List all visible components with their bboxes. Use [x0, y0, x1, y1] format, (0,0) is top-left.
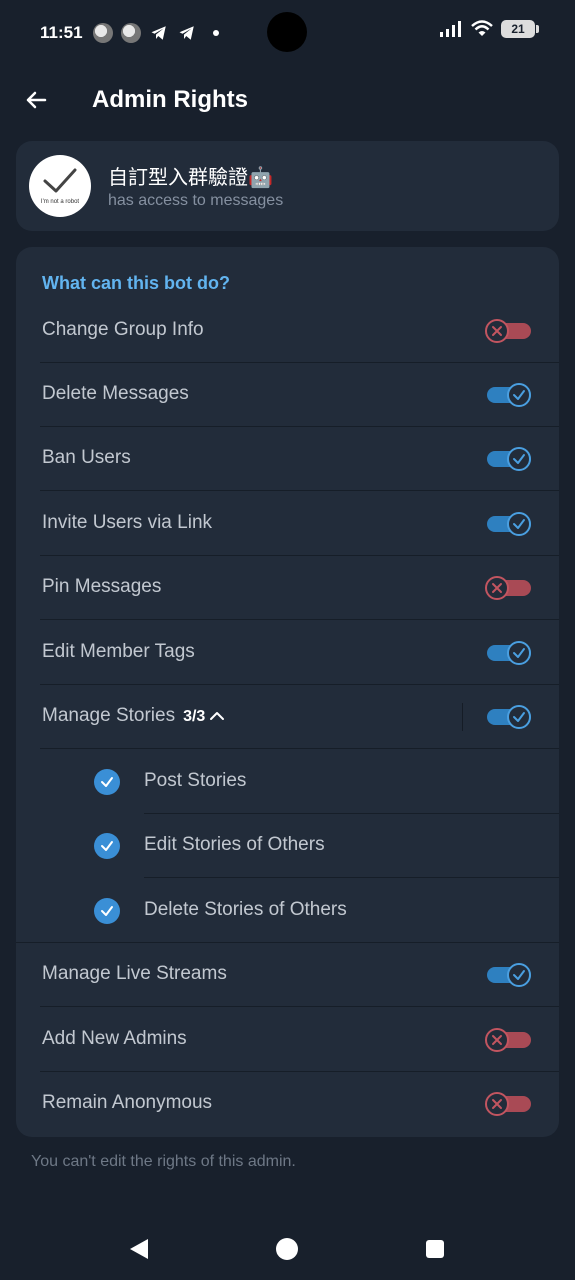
- subright-row-edit-stories[interactable]: Edit Stories of Others: [16, 814, 559, 878]
- subright-label: Edit Stories of Others: [144, 834, 325, 855]
- x-icon: [492, 326, 502, 336]
- subrights-count: 3/3: [183, 708, 206, 725]
- right-label: Edit Member Tags: [42, 641, 195, 662]
- divider: [462, 703, 463, 731]
- notification-avatar-icon: [120, 23, 141, 43]
- right-row-ban-users[interactable]: Ban Users: [16, 427, 559, 491]
- avatar-caption: I'm not a robot: [40, 199, 80, 205]
- right-row-invite-users[interactable]: Invite Users via Link: [16, 492, 559, 556]
- right-row-pin-messages[interactable]: Pin Messages: [16, 556, 559, 620]
- subright-label: Post Stories: [144, 770, 247, 791]
- checkbox[interactable]: [94, 898, 120, 924]
- right-row-manage-live-streams[interactable]: Manage Live Streams: [16, 943, 559, 1007]
- right-label: Ban Users: [42, 447, 131, 468]
- right-label: Delete Messages: [42, 383, 189, 404]
- subright-label: Delete Stories of Others: [144, 899, 347, 920]
- right-row-manage-stories[interactable]: Manage Stories 3/3: [16, 685, 559, 749]
- section-title: What can this bot do?: [42, 273, 230, 293]
- toggle-switch[interactable]: [487, 510, 531, 538]
- x-icon: [492, 1035, 502, 1045]
- subright-row-delete-stories[interactable]: Delete Stories of Others: [16, 879, 559, 943]
- check-icon: [513, 712, 525, 722]
- right-label: Change Group Info: [42, 319, 204, 340]
- right-row-remain-anonymous[interactable]: Remain Anonymous: [16, 1072, 559, 1136]
- toggle-switch[interactable]: [485, 317, 531, 345]
- checkbox[interactable]: [94, 833, 120, 859]
- right-row-edit-member-tags[interactable]: Edit Member Tags: [16, 621, 559, 685]
- checkbox[interactable]: [94, 769, 120, 795]
- camera-cutout: [267, 12, 307, 52]
- notification-icons: [92, 23, 219, 43]
- bot-info-card: I'm not a robot 自訂型入群驗證🤖 has access to m…: [16, 141, 559, 231]
- manage-stories-label: Manage Stories: [42, 705, 176, 726]
- check-icon: [513, 390, 525, 400]
- right-row-change-group-info[interactable]: Change Group Info: [16, 299, 559, 363]
- check-icon: [513, 454, 525, 464]
- check-icon: [513, 648, 525, 658]
- telegram-icon: [151, 26, 166, 40]
- toggle-switch[interactable]: [487, 703, 531, 731]
- bot-name: 自訂型入群驗證🤖: [108, 167, 273, 189]
- battery-icon: 21: [501, 20, 539, 38]
- check-icon: [513, 970, 525, 980]
- right-label: Remain Anonymous: [42, 1092, 213, 1113]
- nav-recents-icon[interactable]: [426, 1240, 444, 1258]
- right-row-add-new-admins[interactable]: Add New Admins: [16, 1008, 559, 1072]
- arrow-left-icon: [26, 91, 47, 109]
- chevron-up-icon[interactable]: [209, 710, 225, 722]
- right-label: Invite Users via Link: [42, 512, 213, 533]
- system-nav-bar: [0, 1218, 575, 1280]
- nav-home-icon[interactable]: [276, 1238, 298, 1260]
- right-label: Manage Stories 3/3: [42, 705, 225, 727]
- toggle-switch[interactable]: [485, 1090, 531, 1118]
- notification-avatar-icon: [92, 23, 113, 43]
- right-label: Add New Admins: [42, 1028, 187, 1049]
- back-button[interactable]: [20, 84, 52, 116]
- toggle-switch[interactable]: [487, 639, 531, 667]
- telegram-icon: [179, 26, 194, 40]
- check-icon: [513, 519, 525, 529]
- bot-status: has access to messages: [108, 192, 284, 209]
- toggle-switch[interactable]: [487, 381, 531, 409]
- status-time: 11:51: [40, 23, 83, 42]
- right-row-delete-messages[interactable]: Delete Messages: [16, 363, 559, 427]
- toggle-switch[interactable]: [485, 574, 531, 602]
- x-icon: [492, 1099, 502, 1109]
- right-label: Manage Live Streams: [42, 963, 227, 984]
- toggle-switch[interactable]: [485, 1026, 531, 1054]
- checkmark-icon: [43, 168, 77, 193]
- x-icon: [492, 583, 502, 593]
- check-icon: [101, 906, 113, 916]
- rights-card: What can this bot do? Change Group Info …: [16, 247, 559, 1137]
- nav-back-icon[interactable]: [128, 1238, 150, 1260]
- subright-row-post-stories[interactable]: Post Stories: [16, 750, 559, 814]
- signal-icon: [440, 21, 461, 37]
- app-header: Admin Rights: [0, 70, 575, 130]
- check-icon: [101, 777, 113, 787]
- bot-avatar: I'm not a robot: [29, 155, 91, 217]
- toggle-switch[interactable]: [487, 961, 531, 989]
- more-notifications-dot-icon: [212, 30, 219, 36]
- footer-note: You can't edit the rights of this admin.: [31, 1153, 296, 1170]
- toggle-switch[interactable]: [487, 445, 531, 473]
- right-label: Pin Messages: [42, 576, 162, 597]
- page-title: Admin Rights: [92, 86, 248, 113]
- status-right-icons: 21: [439, 20, 539, 38]
- wifi-icon: [471, 20, 493, 36]
- check-icon: [101, 841, 113, 851]
